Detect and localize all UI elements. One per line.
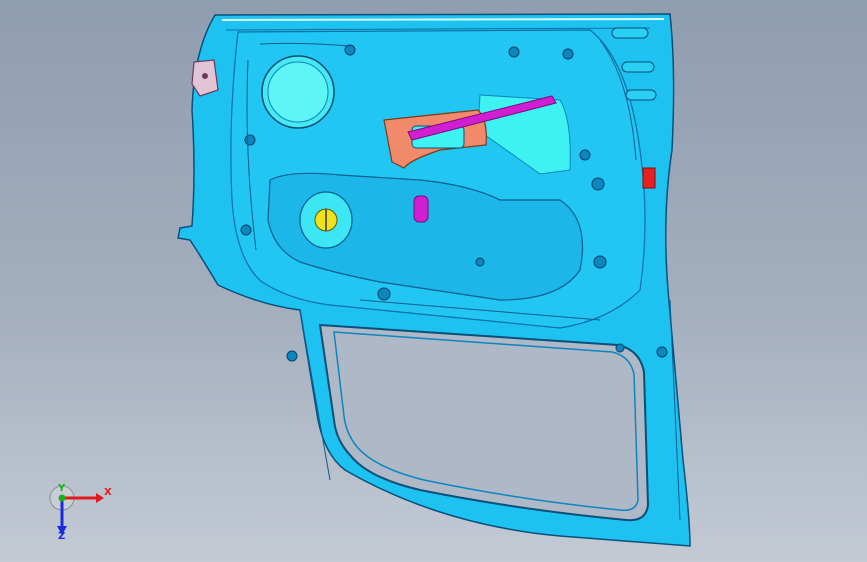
graphics-viewport[interactable]: X Y Z — [0, 0, 867, 562]
x-axis-head — [96, 493, 104, 503]
z-axis-label: Z — [58, 531, 66, 542]
edge-slot-3 — [625, 89, 657, 101]
car-door-model[interactable] — [0, 0, 867, 562]
edge-slot-2 — [621, 61, 655, 73]
y-axis-label: Y — [58, 483, 66, 494]
y-axis-dot — [58, 494, 66, 502]
upper-hinge-hole — [202, 73, 208, 79]
edge-slot-1 — [611, 27, 649, 39]
red-marker[interactable] — [642, 167, 656, 189]
top-rim — [221, 18, 665, 21]
x-axis-label: X — [104, 487, 112, 498]
regulator-guide[interactable] — [413, 195, 429, 223]
speaker-hole-inner — [267, 61, 329, 123]
